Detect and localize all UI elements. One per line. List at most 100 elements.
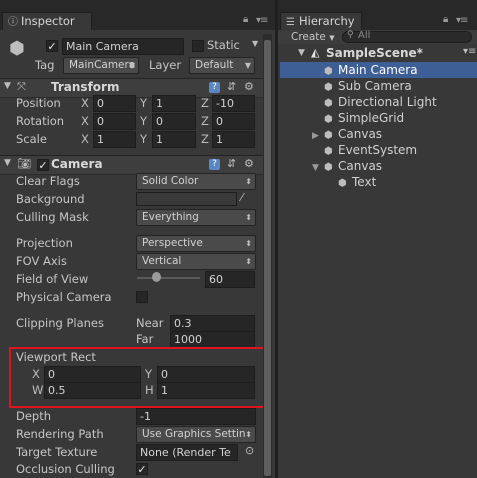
scale-label: Scale: [16, 132, 47, 146]
scale-x-field[interactable]: 1: [93, 131, 136, 148]
transform-title: Transform: [51, 80, 120, 94]
fov-axis-dropdown[interactable]: Vertical ⬍: [136, 253, 256, 270]
scene-foldout-icon[interactable]: ▼: [298, 48, 305, 58]
foldout-arrow-icon[interactable]: ▼: [4, 158, 11, 168]
create-label: Create: [291, 31, 326, 43]
hierarchy-item-directional-light[interactable]: ⬢ Directional Light: [280, 94, 477, 110]
rotation-x-label[interactable]: X: [81, 114, 89, 128]
gear-icon[interactable]: ⚙: [244, 80, 254, 93]
depth-label: Depth: [16, 409, 52, 423]
scale-z-field[interactable]: 1: [212, 131, 255, 148]
hierarchy-item-main-camera[interactable]: ⬢ Main Camera: [280, 62, 477, 78]
hierarchy-item-canvas-2[interactable]: ▼ ⬢ Canvas: [280, 158, 477, 174]
position-z-field[interactable]: -10: [212, 95, 255, 112]
hierarchy-tabbar: ☰ Hierarchy 🔒︎ ▾≡: [278, 0, 477, 30]
position-y-label[interactable]: Y: [140, 96, 147, 110]
rotation-label: Rotation: [16, 114, 65, 128]
scrollbar-thumb[interactable]: [264, 40, 271, 476]
layer-label: Layer: [149, 58, 182, 72]
gear-icon[interactable]: ⚙: [244, 157, 254, 170]
cube-icon: ⬢: [324, 66, 333, 77]
item-label: Directional Light: [338, 95, 437, 109]
projection-dropdown[interactable]: Perspective ⬍: [136, 235, 256, 252]
item-label: SimpleGrid: [338, 111, 405, 125]
static-checkbox[interactable]: [192, 40, 204, 52]
eyedropper-icon[interactable]: ⁄: [241, 191, 243, 204]
layer-dropdown[interactable]: Default ▼: [189, 57, 255, 74]
scale-y-field[interactable]: 1: [152, 131, 196, 148]
occlusion-culling-checkbox[interactable]: ✓: [136, 463, 148, 475]
lock-icon[interactable]: 🔒︎: [443, 14, 448, 25]
far-field[interactable]: 1000: [170, 331, 255, 348]
preset-icon[interactable]: ⇵: [227, 80, 236, 93]
help-icon[interactable]: ?: [209, 82, 220, 93]
camera-icon: 📷︎: [17, 157, 31, 170]
tag-value: MainCamera: [69, 59, 136, 71]
position-y-field[interactable]: 1: [152, 95, 196, 112]
panel-menu-icon[interactable]: ▾≡: [456, 15, 468, 26]
item-label: Main Camera: [338, 63, 418, 77]
scene-name[interactable]: SampleScene*: [326, 46, 423, 60]
culling-mask-value: Everything: [142, 211, 199, 223]
active-checkbox[interactable]: ✓: [46, 40, 58, 52]
physical-camera-checkbox[interactable]: [136, 291, 148, 303]
fov-field[interactable]: 60: [205, 271, 255, 288]
item-label: Canvas: [338, 159, 383, 173]
depth-field[interactable]: -1: [136, 408, 256, 425]
tag-dropdown[interactable]: MainCamera ▼: [63, 57, 139, 74]
panel-menu-icon[interactable]: ▾≡: [256, 15, 268, 26]
lock-icon[interactable]: 🔒︎: [243, 14, 248, 25]
fov-label: Field of View: [16, 272, 89, 286]
rotation-y-label[interactable]: Y: [140, 114, 147, 128]
clear-flags-label: Clear Flags: [16, 174, 80, 188]
rendering-path-dropdown[interactable]: Use Graphics Settin ⬍: [136, 426, 256, 443]
near-label: Near: [136, 316, 164, 330]
create-button[interactable]: Create ▼: [291, 31, 335, 43]
tab-hierarchy[interactable]: ☰ Hierarchy: [280, 12, 362, 30]
rotation-z-field[interactable]: 0: [212, 113, 255, 130]
hierarchy-item-sub-camera[interactable]: ⬢ Sub Camera: [280, 78, 477, 94]
target-texture-field[interactable]: None (Render Te: [136, 444, 238, 461]
rotation-z-label[interactable]: Z: [201, 114, 209, 128]
chevron-updown-icon: ⬍: [245, 239, 252, 248]
help-icon[interactable]: ?: [209, 159, 220, 170]
chevron-updown-icon: ⬍: [245, 177, 252, 186]
scene-menu-icon[interactable]: ▾≡: [463, 46, 476, 57]
scale-x-label[interactable]: X: [81, 132, 89, 146]
static-dropdown-icon[interactable]: ▼: [252, 39, 258, 48]
item-label: Sub Camera: [338, 79, 412, 93]
fov-slider-handle[interactable]: [152, 272, 161, 282]
background-color-swatch[interactable]: [136, 192, 237, 206]
foldout-arrow-icon[interactable]: ▼: [4, 81, 11, 91]
object-picker-icon[interactable]: ⊙: [245, 444, 254, 457]
hierarchy-item-text[interactable]: ⬢ Text: [280, 174, 477, 190]
clear-flags-dropdown[interactable]: Solid Color ⬍: [136, 173, 256, 190]
chevron-updown-icon: ⬍: [245, 257, 252, 266]
near-field[interactable]: 0.3: [170, 315, 255, 332]
tab-inspector[interactable]: ⓘ Inspector: [2, 12, 92, 30]
fov-slider-track[interactable]: [137, 277, 200, 279]
rotation-x-field[interactable]: 0: [93, 113, 136, 130]
camera-enabled-checkbox[interactable]: ✓: [37, 159, 49, 171]
position-label: Position: [16, 96, 61, 110]
object-name-field[interactable]: Main Camera: [62, 38, 184, 55]
hierarchy-item-eventsystem[interactable]: ⬢ EventSystem: [280, 142, 477, 158]
position-x-field[interactable]: 0: [93, 95, 136, 112]
chevron-updown-icon: ⬍: [245, 213, 252, 222]
culling-mask-dropdown[interactable]: Everything ⬍: [136, 209, 256, 226]
hierarchy-item-canvas[interactable]: ▶ ⬢ Canvas: [280, 126, 477, 142]
cube-icon: ⬢: [324, 162, 333, 173]
hierarchy-item-simplegrid[interactable]: ⬢ SimpleGrid: [280, 110, 477, 126]
cube-icon: ⬢: [324, 130, 333, 141]
search-input[interactable]: ⚲ All: [342, 30, 472, 43]
rotation-y-field[interactable]: 0: [152, 113, 196, 130]
scale-z-label[interactable]: Z: [201, 132, 209, 146]
position-z-label[interactable]: Z: [201, 96, 209, 110]
position-x-label[interactable]: X: [81, 96, 89, 110]
preset-icon[interactable]: ⇵: [227, 157, 236, 170]
static-label: Static: [207, 38, 240, 52]
inspector-scrollbar[interactable]: [263, 34, 272, 478]
cube-icon: ⬢: [338, 178, 347, 189]
list-icon: ☰: [286, 17, 295, 28]
scale-y-label[interactable]: Y: [140, 132, 147, 146]
